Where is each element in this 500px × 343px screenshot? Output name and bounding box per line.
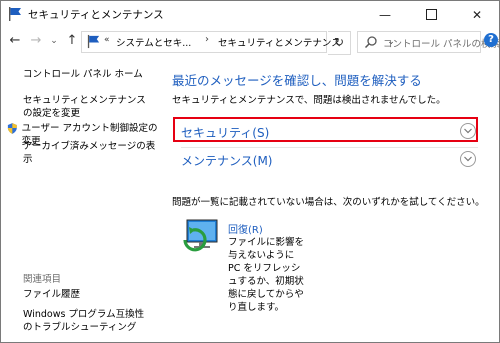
page-title: 最近のメッセージを確認し、問題を解決する [172, 73, 422, 88]
address-bar[interactable]: « システムとセキ... › セキュリティとメンテナンス ⌄ [81, 31, 395, 53]
breadcrumb-security[interactable]: セキュリティとメンテナンス [218, 35, 341, 49]
arrow-up-icon: ↑ [66, 33, 78, 48]
search-icon [364, 36, 377, 49]
sidebar-link-file-history[interactable]: ファイル履歴 [23, 288, 80, 301]
recovery-link[interactable]: 回復(R) [228, 221, 263, 236]
chevron-down-icon [464, 156, 472, 162]
flag-icon [9, 7, 21, 21]
sidebar-link-home[interactable]: コントロール パネル ホーム [23, 68, 143, 81]
breadcrumb-system[interactable]: システムとセキ... [116, 35, 191, 49]
search-input[interactable]: コントロール パネルの検索 [357, 31, 499, 53]
shield-icon [7, 123, 17, 134]
sidebar-link-settings[interactable]: セキュリティとメンテナンスの設定を変更 [23, 94, 151, 120]
recovery-icon [183, 219, 218, 252]
breadcrumb-separator-icon[interactable]: › [205, 34, 209, 45]
arrow-left-icon: ← [9, 33, 21, 48]
troubleshoot-note: 問題が一覧に記載されていない場合は、次のいずれかを試してください。 [172, 197, 485, 208]
main-content: 最近のメッセージを確認し、問題を解決する セキュリティとメンテナンスで、問題は検… [159, 56, 499, 342]
status-text: セキュリティとメンテナンスで、問題は検出されませんでした。 [172, 95, 446, 106]
close-icon: ✕ [471, 7, 483, 22]
up-button[interactable]: ↑ [64, 33, 80, 49]
close-button[interactable]: ✕ [454, 1, 499, 28]
forward-button[interactable]: → [28, 33, 44, 49]
flag-icon [87, 34, 100, 49]
sidebar-link-archive[interactable]: アーカイブ済みメッセージの表示 [23, 140, 159, 166]
sidebar: コントロール パネル ホーム セキュリティとメンテナンスの設定を変更 ユーザー … [1, 56, 159, 342]
related-heading: 関連項目 [23, 274, 62, 285]
search-placeholder: コントロール パネルの検索 [383, 39, 500, 50]
maintenance-section-header[interactable]: メンテナンス(M) [181, 149, 478, 171]
title-bar: セキュリティとメンテナンス — ✕ [1, 1, 499, 28]
divider [181, 147, 478, 148]
recent-locations-button[interactable]: ⌄ [49, 33, 59, 49]
maximize-button[interactable] [408, 1, 454, 28]
minimize-button[interactable]: — [362, 1, 408, 28]
highlight-box [173, 117, 478, 142]
maintenance-label: メンテナンス(M) [181, 154, 273, 168]
recovery-description: ファイルに影響を与えないように PC をリフレッシュするか、初期状態に戻してから… [228, 237, 305, 313]
refresh-icon: ↻ [333, 35, 345, 49]
expand-maintenance-button[interactable] [460, 151, 476, 167]
sidebar-link-compat[interactable]: Windows プログラム互換性のトラブルシューティング [23, 308, 153, 334]
arrow-right-icon: → [30, 33, 42, 48]
overflow-chevron-icon[interactable]: « [104, 35, 110, 45]
refresh-button[interactable]: ↻ [328, 31, 351, 55]
minimize-icon: — [379, 7, 391, 22]
help-icon[interactable]: ? [484, 33, 498, 47]
window-title: セキュリティとメンテナンス [28, 9, 164, 21]
chevron-down-icon: ⌄ [50, 36, 58, 46]
maximize-icon [425, 9, 437, 20]
window: セキュリティとメンテナンス — ✕ ← → ⌄ ↑ « システムとセキ... ›… [0, 0, 500, 343]
back-button[interactable]: ← [7, 33, 23, 49]
address-row: ← → ⌄ ↑ « システムとセキ... › セキュリティとメンテナンス ⌄ ↻… [1, 28, 499, 56]
